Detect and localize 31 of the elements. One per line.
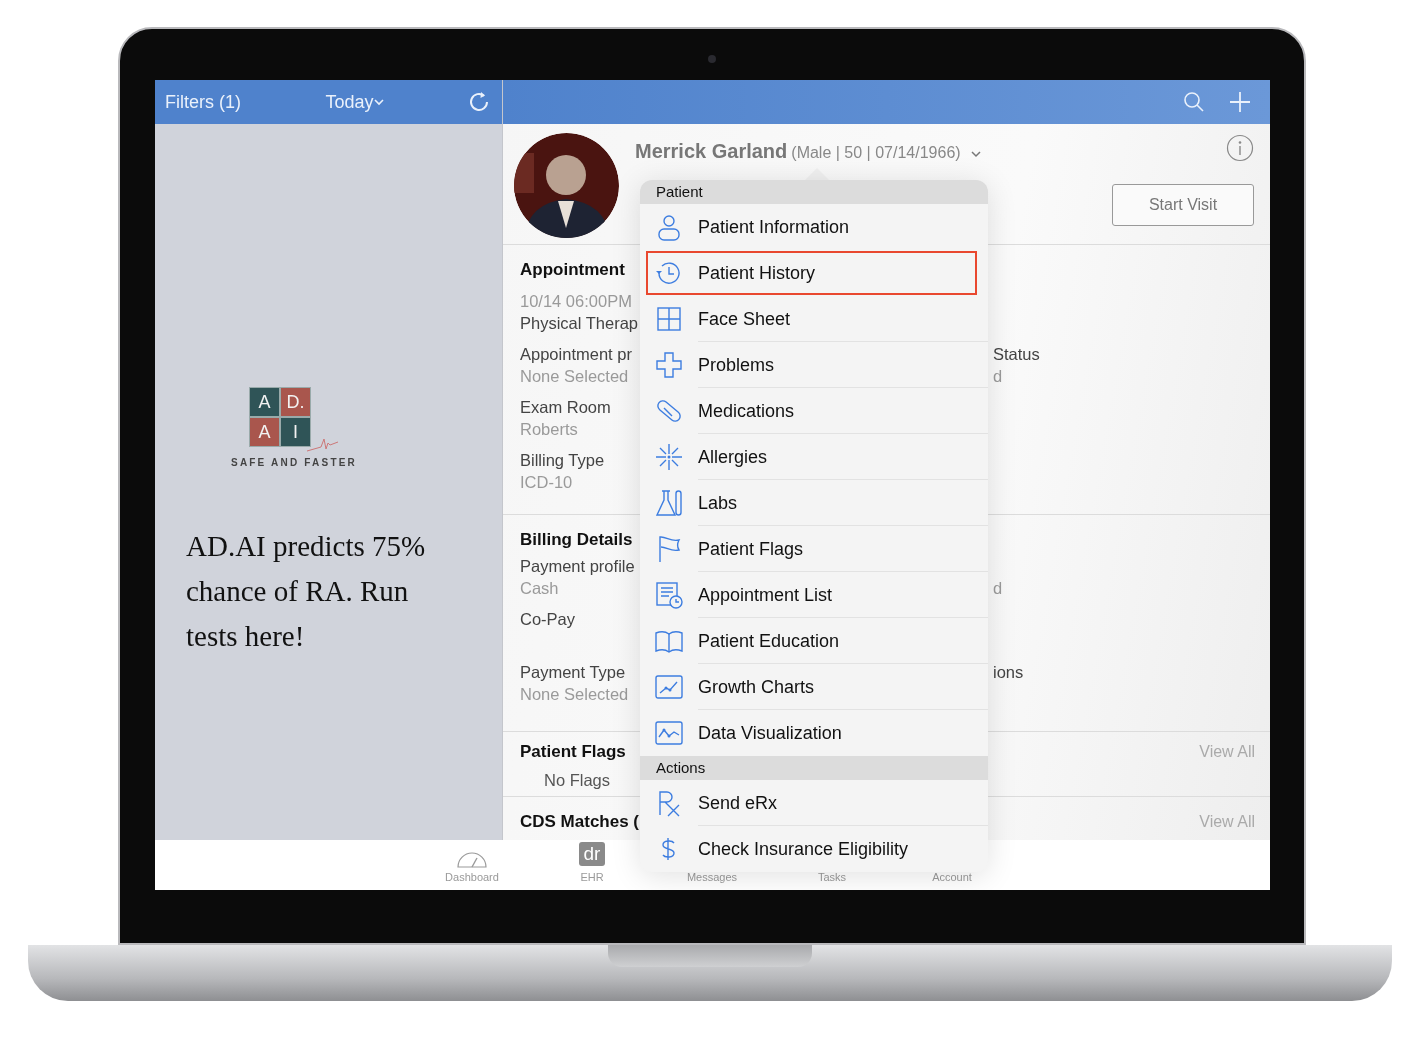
field-value: Roberts xyxy=(520,418,578,440)
field-label: Co-Pay xyxy=(520,608,576,630)
section-title: Billing Details xyxy=(520,529,633,551)
field-label: Payment Type xyxy=(520,661,626,683)
logo-tile: I xyxy=(280,417,311,447)
menu-section-header: Actions xyxy=(640,756,988,780)
field-value: d xyxy=(993,365,1003,387)
menu-section-header: Patient xyxy=(640,180,988,204)
field-value: Cash xyxy=(520,577,559,599)
field-label: Status xyxy=(993,343,1040,365)
field-label: Physical Therap xyxy=(520,312,638,334)
field-value: ICD-10 xyxy=(520,471,573,493)
field-label: Payment profile xyxy=(520,555,635,577)
logo-tile: A xyxy=(249,387,280,417)
section-title: Patient Flags xyxy=(520,741,626,763)
section-title: CDS Matches ( xyxy=(520,811,640,833)
ehr-logo-icon: dr xyxy=(579,841,605,866)
promo-message: AD.AI predicts 75% chance of RA. Run tests here! xyxy=(185,529,427,654)
field-value: None Selected xyxy=(520,683,629,705)
logo-tile: D. xyxy=(280,387,311,417)
section-title: Appointment xyxy=(520,259,625,281)
field-label: ions xyxy=(993,661,1024,683)
field-value: 10/14 06:00PM xyxy=(520,290,632,312)
field-value: d xyxy=(993,577,1003,599)
field-label: Billing Type xyxy=(520,449,605,471)
empty-message: No Flags xyxy=(544,769,611,791)
field-label: Exam Room xyxy=(520,396,611,418)
logo-tagline: SAFE AND FASTER xyxy=(231,456,357,470)
field-label: Appointment pr xyxy=(520,343,632,365)
field-value: None Selected xyxy=(520,365,629,387)
logo-tile: A xyxy=(249,417,280,447)
